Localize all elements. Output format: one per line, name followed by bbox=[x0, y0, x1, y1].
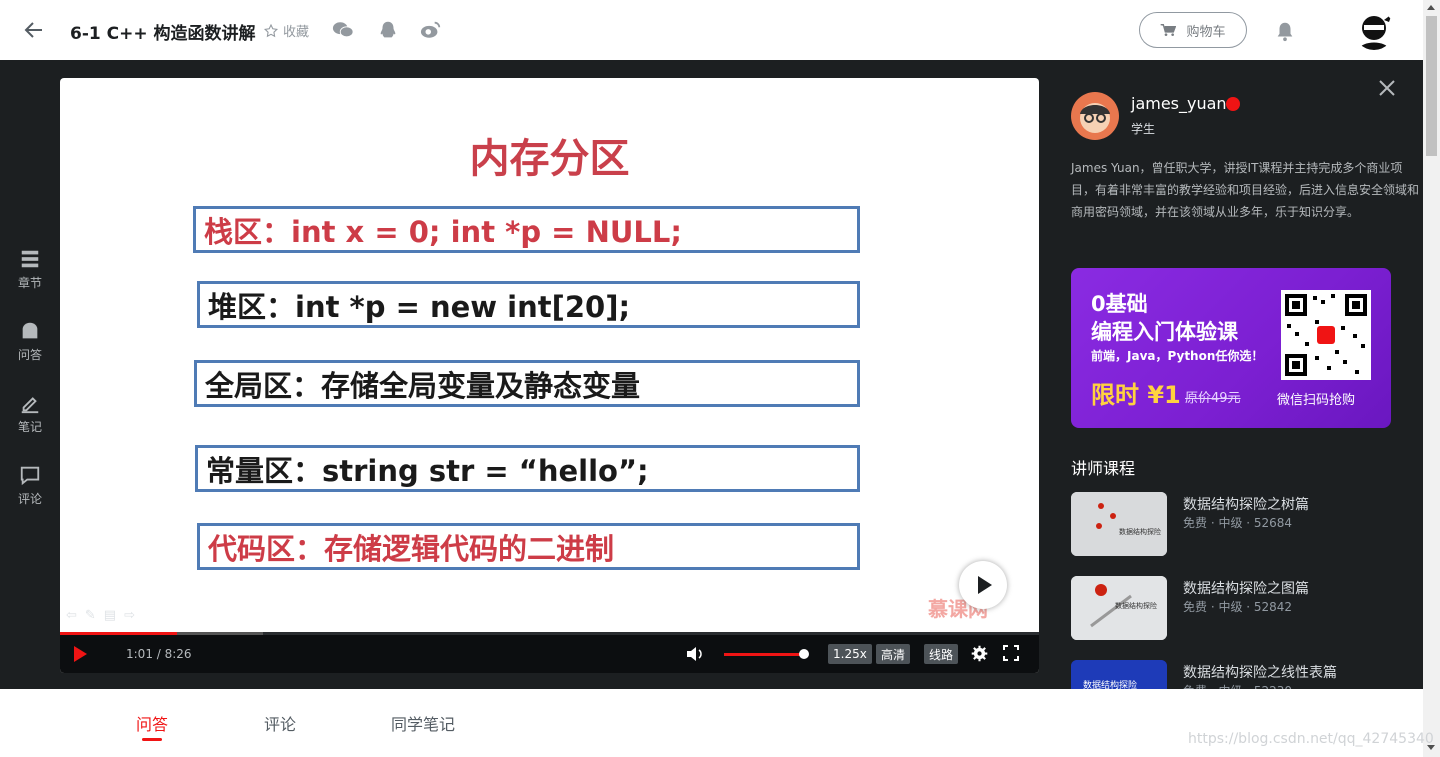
big-play-button[interactable] bbox=[959, 561, 1007, 609]
nav-item-notes[interactable]: 笔记 bbox=[0, 384, 60, 456]
slide-line-code: 代码区：存储逻辑代码的二进制 bbox=[197, 523, 860, 570]
slide-line-const: 常量区：string str = “hello”; bbox=[195, 445, 860, 492]
scroll-up-arrow-icon[interactable] bbox=[1427, 5, 1435, 10]
nav-label: 评论 bbox=[17, 492, 42, 506]
promo-price: 限时 ¥1 bbox=[1091, 381, 1181, 409]
cart-label: 购物车 bbox=[1186, 24, 1226, 40]
teacher-name[interactable]: james_yuan bbox=[1131, 94, 1227, 113]
volume-slider[interactable] bbox=[724, 653, 804, 656]
slide-line-heap: 堆区：int *p = new int[20]; bbox=[197, 281, 860, 328]
teacher-courses-title: 讲师课程 bbox=[1071, 459, 1136, 478]
video-player[interactable]: 内存分区 栈区：int x = 0; int *p = NULL; 堆区：int… bbox=[60, 78, 1039, 673]
promo-banner[interactable]: 0基础 编程入门体验课 前端，Java，Python任你选！ 限时 ¥1 原价4… bbox=[1071, 268, 1391, 428]
nav-label: 问答 bbox=[17, 348, 42, 362]
course-thumbnail: 数据结构探险 bbox=[1071, 492, 1167, 556]
cart-icon bbox=[1161, 24, 1177, 36]
nav-label: 笔记 bbox=[17, 420, 42, 434]
page-scrollbar[interactable] bbox=[1423, 0, 1440, 757]
teacher-description: James Yuan，曾任职大学，讲授IT课程并主持完成多个商业项目，有着非常丰… bbox=[1071, 161, 1420, 219]
verified-badge-icon bbox=[1226, 97, 1240, 111]
course-meta: 免费 · 中级 · 52842 bbox=[1183, 600, 1293, 614]
speed-button[interactable]: 1.25x bbox=[828, 644, 872, 664]
nav-label: 章节 bbox=[17, 276, 42, 290]
top-header: 6-1 C++ 构造函数讲解 收藏 购物车 bbox=[0, 0, 1423, 60]
volume-knob[interactable] bbox=[799, 649, 809, 659]
nav-item-qa[interactable]: 问答 bbox=[0, 312, 60, 384]
weibo-share-icon[interactable] bbox=[420, 20, 442, 40]
faint-toolbar-icons: ⇦✎▤⇨ bbox=[66, 608, 143, 623]
svg-text:数据结构探险: 数据结构探险 bbox=[1119, 527, 1161, 536]
teacher-avatar[interactable] bbox=[1071, 92, 1119, 140]
teacher-role: 学生 bbox=[1131, 122, 1156, 136]
csdn-watermark: https://blog.csdn.net/qq_42745340 bbox=[1188, 731, 1434, 747]
teacher-cartoon-icon bbox=[1080, 103, 1110, 133]
promo-line2: 编程入门体验课 bbox=[1091, 320, 1238, 344]
active-tab-underline bbox=[142, 738, 162, 741]
course-name: 数据结构探险之线性表篇 bbox=[1183, 665, 1337, 681]
chapters-icon bbox=[21, 250, 39, 268]
wechat-share-icon[interactable] bbox=[332, 20, 354, 40]
comment-icon bbox=[20, 466, 40, 486]
course-thumbnail: 数据结构探险 bbox=[1071, 576, 1167, 640]
qa-icon bbox=[22, 322, 38, 339]
favorite-button[interactable]: 收藏 bbox=[263, 21, 309, 40]
promo-scan-text: 微信扫码抢购 bbox=[1277, 393, 1356, 408]
course-meta: 免费 · 中级 · 52684 bbox=[1183, 516, 1293, 530]
route-button[interactable]: 线路 bbox=[924, 644, 959, 664]
fullscreen-icon[interactable] bbox=[1003, 645, 1019, 661]
course-name: 数据结构探险之图篇 bbox=[1183, 581, 1309, 597]
volume-icon[interactable] bbox=[686, 646, 704, 662]
promo-line3: 前端，Java，Python任你选！ bbox=[1091, 349, 1264, 363]
tab-comments[interactable]: 评论 bbox=[264, 711, 296, 735]
qq-share-icon[interactable] bbox=[377, 20, 399, 40]
tab-classmate-notes[interactable]: 同学笔记 bbox=[391, 711, 455, 735]
pencil-icon bbox=[21, 397, 39, 414]
nav-item-comments[interactable]: 评论 bbox=[0, 456, 60, 528]
course-item[interactable]: 数据结构探险 数据结构探险之树篇 免费 · 中级 · 52684 bbox=[1071, 492, 1411, 556]
promo-line1: 0基础 bbox=[1091, 292, 1148, 316]
slide-line-global: 全局区：存储全局变量及静态变量 bbox=[194, 360, 860, 407]
qr-code-icon bbox=[1281, 290, 1371, 380]
page-title: 6-1 C++ 构造函数讲解 bbox=[70, 24, 256, 44]
scroll-thumb[interactable] bbox=[1426, 16, 1437, 156]
favorite-label: 收藏 bbox=[283, 25, 310, 40]
play-icon bbox=[978, 576, 992, 594]
cart-button[interactable]: 购物车 bbox=[1139, 12, 1247, 48]
star-icon bbox=[263, 23, 279, 37]
tab-qa[interactable]: 问答 bbox=[136, 711, 168, 735]
svg-text:数据结构探险: 数据结构探险 bbox=[1115, 601, 1157, 610]
player-controls: 1:01 / 8:26 1.25x 高清 线路 bbox=[60, 635, 1039, 673]
nav-item-chapters[interactable]: 章节 bbox=[0, 240, 60, 312]
play-toggle-icon[interactable] bbox=[74, 646, 87, 662]
promo-old-price: 原价49元 bbox=[1185, 391, 1241, 406]
notification-bell-icon[interactable] bbox=[1274, 20, 1296, 42]
ninja-avatar-icon bbox=[1358, 14, 1392, 50]
user-avatar[interactable] bbox=[1354, 10, 1394, 50]
close-icon[interactable] bbox=[1377, 78, 1397, 98]
time-readout: 1:01 / 8:26 bbox=[126, 647, 192, 661]
course-item[interactable]: 数据结构探险 数据结构探险之图篇 免费 · 中级 · 52842 bbox=[1071, 576, 1411, 640]
course-name: 数据结构探险之树篇 bbox=[1183, 497, 1309, 513]
back-arrow-icon[interactable] bbox=[22, 18, 46, 42]
slide-line-stack: 栈区：int x = 0; int *p = NULL; bbox=[193, 206, 860, 253]
gear-icon[interactable] bbox=[971, 645, 988, 662]
quality-button[interactable]: 高清 bbox=[876, 644, 911, 664]
bottom-tabs-bar: 问答 评论 同学笔记 https://blog.csdn.net/qq_4274… bbox=[0, 689, 1434, 757]
left-nav: 章节 问答 笔记 评论 bbox=[0, 240, 60, 528]
slide-title: 内存分区 bbox=[469, 136, 630, 182]
